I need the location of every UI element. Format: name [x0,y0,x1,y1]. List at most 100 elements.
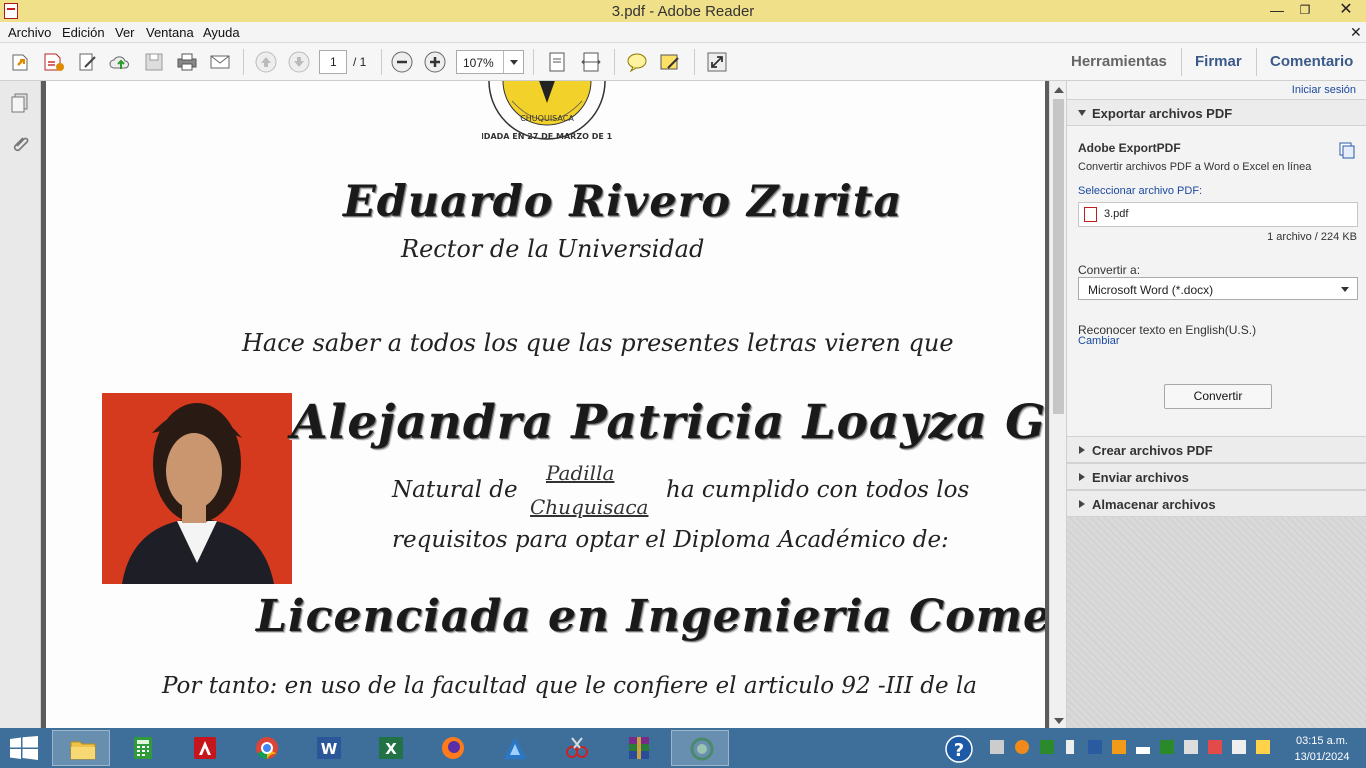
edit-pdf-icon[interactable] [76,50,100,74]
updater-icon[interactable] [1112,740,1126,754]
selected-file-name: 3.pdf [1104,208,1129,220]
create-section-header[interactable]: Crear archivos PDF [1067,436,1366,463]
menu-edicion[interactable]: Edición [62,25,105,40]
taskbar-firefox[interactable] [423,730,481,766]
menu-bar: Archivo Edición Ver Ventana Ayuda ✕ [0,22,1366,43]
window-title: 3.pdf - Adobe Reader [611,3,755,20]
svg-text:?: ? [954,740,964,761]
svg-text:X: X [385,740,397,758]
taskbar-adobe-reader[interactable] [671,730,729,766]
svg-text:CHUQUISACA: CHUQUISACA [520,114,574,123]
network-icon[interactable] [1184,740,1198,754]
taskbar-calculator[interactable] [113,730,171,766]
previous-page-icon[interactable] [254,50,278,74]
convert-button[interactable]: Convertir [1164,384,1272,409]
document-viewport[interactable]: FUNDADA EN 27 DE MARZO DE 1624 CHUQUISAC… [41,81,1049,728]
expand-right-icon [1079,446,1085,454]
taskbar-snipping-tool[interactable] [547,730,605,766]
page-number-input[interactable]: 1 [319,50,347,74]
menu-archivo[interactable]: Archivo [8,25,51,40]
save-icon[interactable] [142,50,166,74]
rector-title: Rector de la Universidad [401,235,705,263]
handwritten-town: Padilla [546,461,615,485]
chevron-down-icon [1341,287,1349,292]
chevron-down-icon[interactable] [503,51,523,73]
expand-right-icon [1079,500,1085,508]
scroll-thumb[interactable] [1053,99,1064,414]
scroll-down-icon[interactable] [1054,718,1064,724]
taskbar-autocad[interactable] [485,730,543,766]
menu-ayuda[interactable]: Ayuda [203,25,240,40]
avast-icon[interactable] [1015,740,1029,754]
nvidia-icon[interactable] [1040,740,1054,754]
app-tray-icon[interactable] [1088,740,1102,754]
open-icon[interactable] [9,50,33,74]
tools-tab[interactable]: Herramientas [1071,53,1167,70]
next-page-icon[interactable] [287,50,311,74]
taskbar-word[interactable]: W [299,730,357,766]
natural-prefix: Natural de [392,477,518,503]
convert-format-select[interactable]: Microsoft Word (*.docx) [1078,277,1358,300]
change-language-link[interactable]: Cambiar [1078,335,1120,347]
send-section-header[interactable]: Enviar archivos [1067,463,1366,490]
comment-tab[interactable]: Comentario [1270,53,1353,70]
login-link[interactable]: Iniciar sesión [1292,84,1356,96]
select-file-label: Seleccionar archivo PDF: [1078,185,1203,197]
vertical-scrollbar[interactable] [1049,81,1066,728]
zoom-out-icon[interactable] [390,50,414,74]
page-total: / 1 [353,55,367,69]
print-icon[interactable] [175,50,199,74]
system-clock[interactable]: 03:15 a.m. 13/01/2024 [1284,733,1360,765]
store-section-header[interactable]: Almacenar archivos [1067,490,1366,517]
volume-icon[interactable] [1232,740,1246,754]
pdf-file-icon [1084,207,1097,222]
taskbar-excel[interactable]: X [361,730,419,766]
menu-ver[interactable]: Ver [115,25,135,40]
minimize-button[interactable]: — [1262,0,1292,22]
signal-icon[interactable] [1136,740,1150,754]
usb-icon[interactable] [990,740,1004,754]
windows-start-icon[interactable] [10,736,38,763]
email-icon[interactable] [208,50,232,74]
battery-icon[interactable] [1066,740,1074,754]
handwritten-department: Chuquisaca [530,495,649,519]
fit-page-icon[interactable] [545,50,569,74]
pen-icon[interactable] [1256,740,1270,754]
restore-button[interactable]: ❐ [1290,0,1320,22]
scroll-up-icon[interactable] [1054,87,1064,93]
zoom-select[interactable]: 107% [456,50,524,74]
fullscreen-icon[interactable] [705,50,729,74]
highlight-icon[interactable] [658,50,682,74]
rector-name: Eduardo Rivero Zurita [343,177,903,227]
taskbar-winrar[interactable] [609,730,667,766]
taskbar-acrobat[interactable] [175,730,233,766]
close-document-icon[interactable]: ✕ [1350,24,1362,41]
taskbar-chrome[interactable] [237,730,295,766]
pages-thumbnail-icon[interactable] [8,91,32,115]
close-window-button[interactable]: ✕ [1326,0,1366,22]
attachment-icon[interactable] [8,133,32,157]
flag-icon[interactable] [1208,740,1222,754]
svg-text:W: W [321,740,338,758]
export-title: Adobe ExportPDF [1078,141,1181,155]
create-pdf-icon[interactable] [42,50,66,74]
help-icon[interactable]: ? [944,734,974,767]
graduate-name: Alejandra Patricia Loayza Gil [291,395,1045,450]
natural-suffix: ha cumplido con todos los [666,477,970,503]
upload-cloud-icon[interactable] [109,50,133,74]
export-pdf-icon [1339,142,1355,159]
taskbar-file-explorer[interactable] [52,730,110,766]
convert-to-label: Convertir a: [1078,263,1141,277]
por-tanto-text: Por tanto: en uso de la facultad que le … [162,673,977,699]
sign-tab[interactable]: Firmar [1195,53,1242,70]
zoom-in-icon[interactable] [423,50,447,74]
comment-icon[interactable] [625,50,649,74]
fit-width-icon[interactable] [579,50,603,74]
pdf-page: FUNDADA EN 27 DE MARZO DE 1624 CHUQUISAC… [46,81,1045,728]
selected-file-field[interactable]: 3.pdf [1078,202,1358,227]
tools-panel: Iniciar sesión Exportar archivos PDF Ado… [1066,81,1366,728]
menu-ventana[interactable]: Ventana [146,25,194,40]
degree-title: Licenciada en Ingenieria Comercial [256,591,1045,642]
power-icon[interactable] [1160,740,1174,754]
export-section-header[interactable]: Exportar archivos PDF [1067,99,1366,126]
